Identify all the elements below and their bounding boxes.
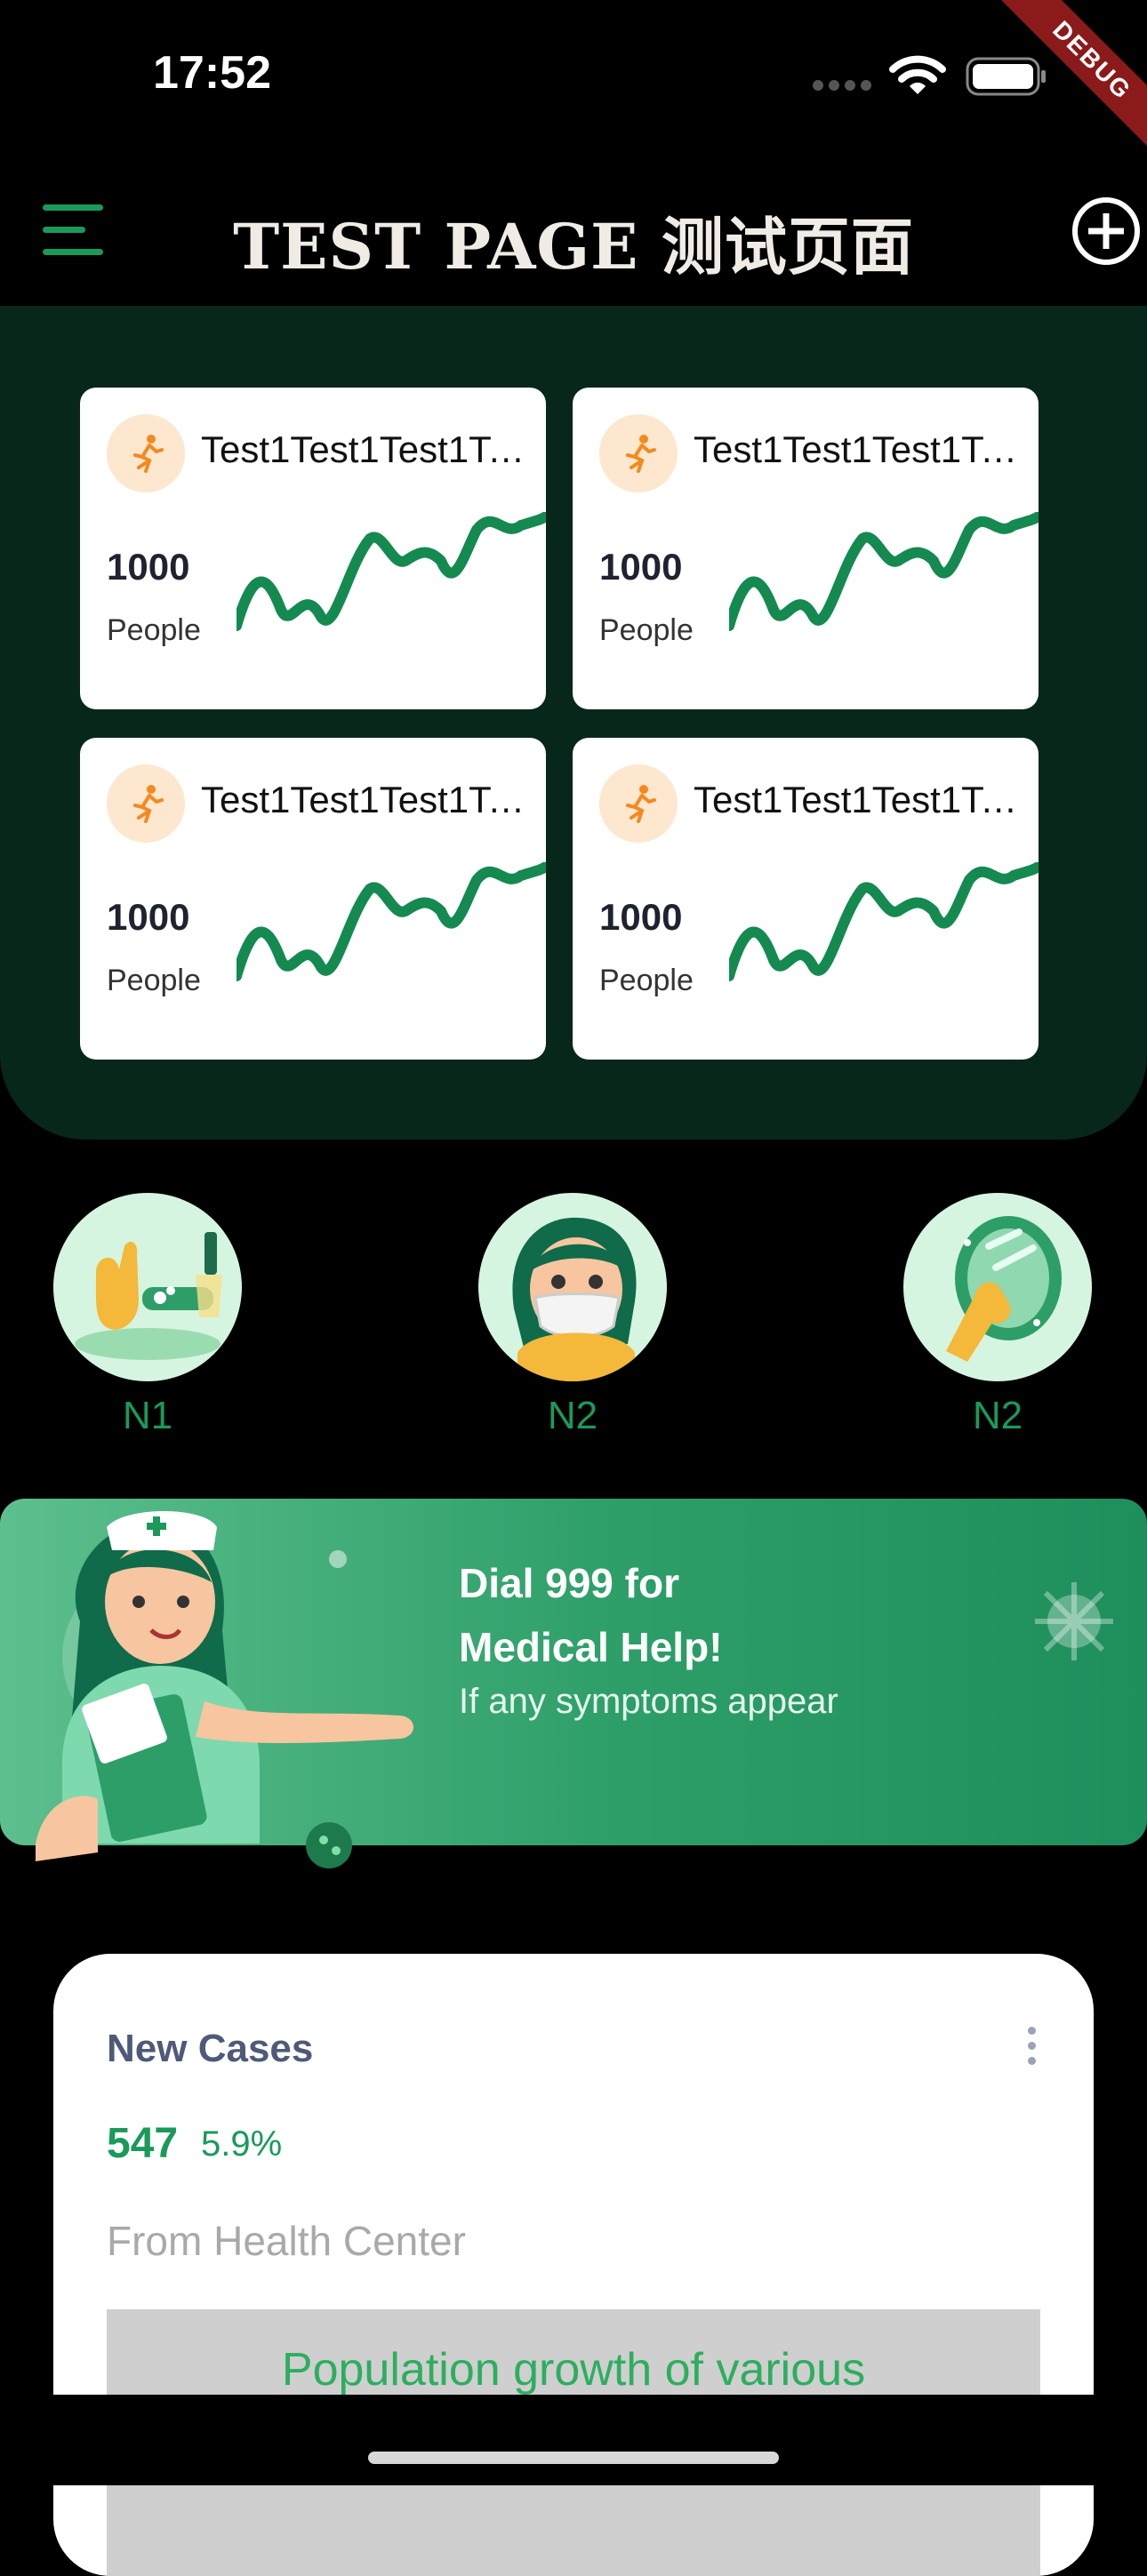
running-person-icon (599, 414, 678, 492)
banner-subtitle: If any symptoms appear (459, 1682, 838, 1721)
running-person-icon (599, 764, 678, 843)
new-cases-value: 547 (107, 2120, 179, 2167)
stat-card-value: 1000 (107, 896, 190, 938)
hand-washing-icon[interactable] (53, 1193, 242, 1381)
new-cases-title: New Cases (107, 2027, 314, 2070)
sparkline-chart (729, 512, 1039, 631)
debug-banner: DEBUG (951, 0, 1147, 196)
stat-card-unit: People (599, 964, 694, 997)
wifi-icon (889, 53, 946, 102)
running-person-icon (107, 764, 185, 843)
stat-card-unit: People (107, 613, 201, 647)
sparkline-chart (237, 512, 546, 631)
banner-title-line2: Medical Help! (459, 1624, 723, 1670)
new-cases-percent: 5.9% (201, 2124, 283, 2164)
stat-card-value: 1000 (599, 896, 683, 938)
stat-card-title: Test1Test1Test1Test1 (694, 779, 1024, 820)
category-label: N1 (122, 1394, 173, 1437)
stat-card[interactable]: Test1Test1Test1Test1 1000 People (573, 738, 1039, 1060)
stat-card-title: Test1Test1Test1Test1 (201, 779, 532, 820)
stat-card-title: Test1Test1Test1Test1 (201, 428, 532, 470)
sparkline-chart (237, 862, 546, 981)
stat-card-unit: People (107, 964, 201, 997)
debug-label: DEBUG (982, 0, 1147, 171)
stat-card-title: Test1Test1Test1Test1 (694, 428, 1024, 470)
home-indicator[interactable] (368, 2452, 779, 2464)
stat-card-value: 1000 (599, 546, 683, 588)
virus-icon (306, 1822, 352, 1868)
page-title: TEST PAGE 测试页面 (233, 210, 914, 284)
sparkline-chart (729, 862, 1039, 981)
population-chart-title: Population growth of various (281, 2344, 866, 2396)
stat-card[interactable]: Test1Test1Test1Test1 1000 People (80, 738, 546, 1060)
banner-title-line1: Dial 999 for (459, 1560, 679, 1606)
stat-card[interactable]: Test1Test1Test1Test1 1000 People (80, 388, 546, 709)
status-time: 17:52 (153, 47, 271, 99)
nurse-illustration (36, 1511, 413, 1868)
virus-icon (1035, 1582, 1113, 1660)
bottom-safe-area (0, 2395, 1147, 2485)
face-mask-icon[interactable] (478, 1193, 667, 1381)
new-cases-source: From Health Center (107, 2218, 466, 2264)
stat-card-value: 1000 (107, 546, 190, 588)
running-person-icon (107, 414, 185, 492)
add-button[interactable] (1072, 197, 1140, 265)
stat-card[interactable]: Test1Test1Test1Test1 1000 People (573, 388, 1039, 709)
clean-surface-icon[interactable] (903, 1193, 1092, 1381)
category-label: N2 (547, 1394, 598, 1437)
category-label: N2 (972, 1394, 1023, 1437)
cellular-signal-icon (811, 78, 873, 97)
stat-card-unit: People (599, 613, 694, 647)
more-options-icon[interactable] (1028, 2027, 1040, 2073)
